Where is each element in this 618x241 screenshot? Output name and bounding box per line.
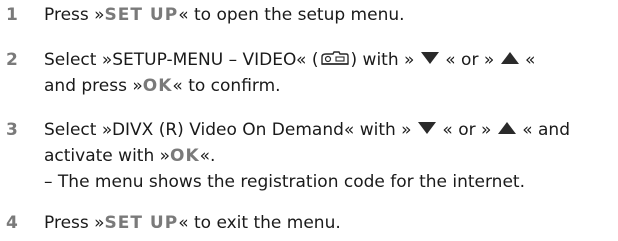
text-segment: Select »DIVX (R) Video On Demand« with » (44, 120, 412, 140)
text-segment: « or » (442, 120, 492, 140)
text-segment: « to open the setup menu. (178, 5, 405, 25)
text-segment: « to confirm. (172, 76, 281, 96)
key-label-ok: OK (170, 146, 200, 166)
step-text: Select »DIVX (R) Video On Demand« with »… (44, 117, 614, 195)
text-segment: Press » (44, 5, 105, 25)
step-number: 3 (6, 120, 18, 140)
text-segment: and press » (44, 76, 143, 96)
step-text: Select »SETUP-MENU – VIDEO« ( ) with » «… (44, 47, 614, 99)
text-segment: « (525, 50, 536, 70)
step-number: 2 (6, 50, 18, 70)
step-line: Select »SETUP-MENU – VIDEO« ( ) with » «… (44, 47, 614, 73)
text-segment: activate with » (44, 146, 171, 166)
up-arrow-icon (500, 52, 519, 64)
step-line: and press »OK« to confirm. (44, 73, 614, 99)
text-segment: « to exit the menu. (178, 213, 341, 233)
down-arrow-icon (420, 52, 439, 64)
step-number: 1 (6, 5, 18, 25)
step-number: 4 (6, 213, 18, 233)
text-segment: Select »SETUP-MENU – VIDEO« ( (44, 50, 319, 70)
step-text: Press »SET UP« to exit the menu. (44, 210, 614, 236)
down-arrow-icon (417, 122, 436, 134)
step-result-note: – The menu shows the registration code f… (44, 172, 525, 192)
text-segment: « and (522, 120, 570, 140)
step-line: Select »DIVX (R) Video On Demand« with »… (44, 117, 614, 143)
key-label-setup: SET UP (104, 5, 179, 25)
step-text: Press »SET UP« to open the setup menu. (44, 2, 614, 28)
key-label-ok: OK (142, 76, 173, 96)
text-segment: «. (199, 146, 216, 166)
up-arrow-icon (497, 122, 516, 134)
text-segment: « or » (445, 50, 495, 70)
step-line: activate with »OK«. (44, 143, 614, 169)
text-segment: Press » (44, 213, 105, 233)
key-label-setup: SET UP (104, 213, 179, 233)
video-camera-icon (320, 50, 349, 65)
text-segment: ) with » (350, 50, 415, 70)
